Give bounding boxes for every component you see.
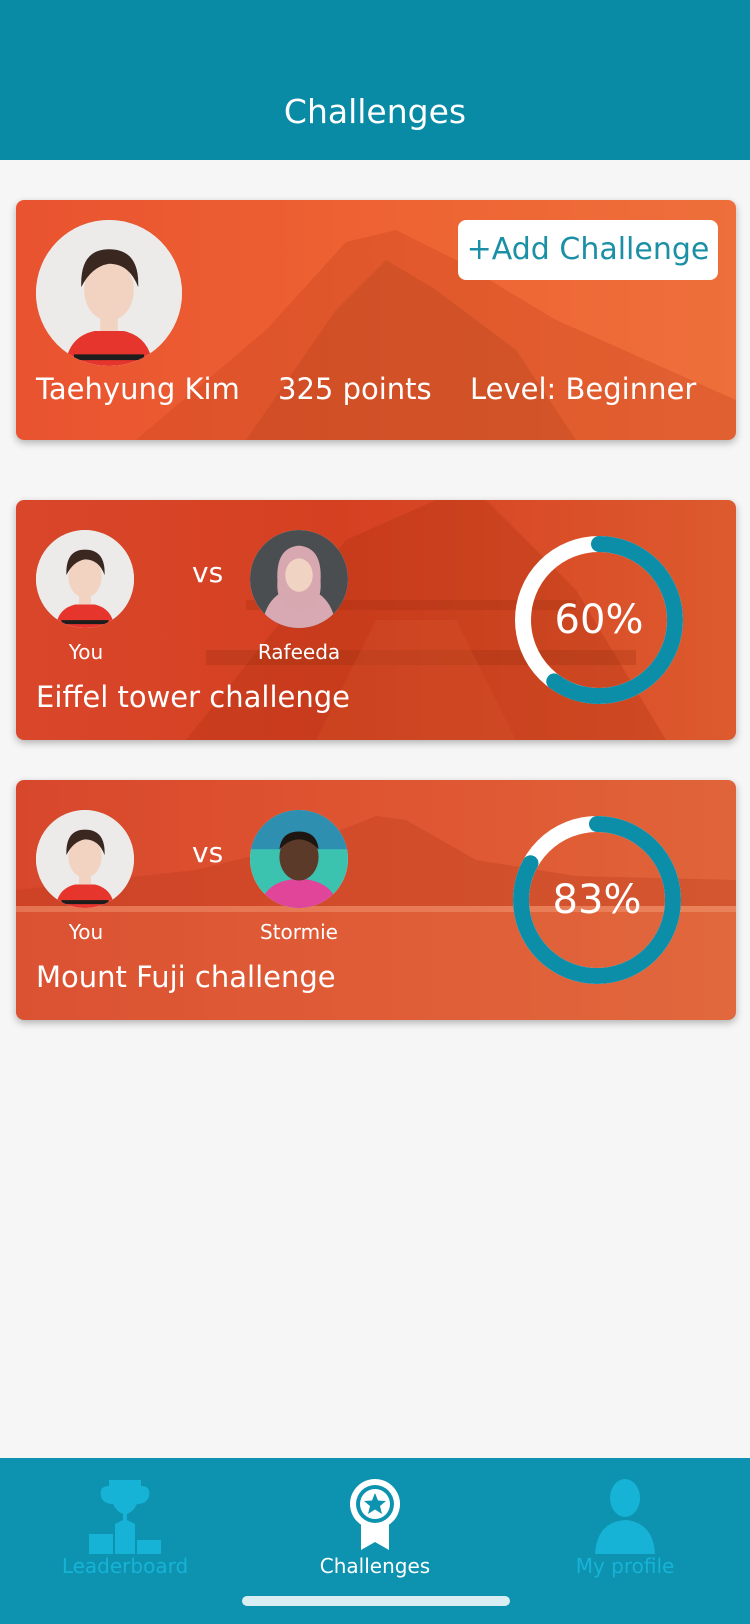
add-challenge-button[interactable]: +Add Challenge bbox=[458, 220, 718, 280]
you-label: You bbox=[68, 640, 104, 664]
opponent-name: Rafeeda bbox=[257, 640, 341, 664]
tab-my-profile[interactable]: My profile bbox=[500, 1458, 750, 1578]
star-badge-icon bbox=[350, 1479, 400, 1550]
tab-label: My profile bbox=[575, 1554, 675, 1578]
profile-card: +Add Challenge Taehyung Kim 325 points L… bbox=[16, 200, 736, 440]
challenge-title: Eiffel tower challenge bbox=[36, 680, 350, 714]
trophy-podium-icon bbox=[89, 1480, 161, 1554]
opponent-name: Stormie bbox=[260, 920, 338, 944]
home-indicator bbox=[242, 1596, 510, 1606]
challenge-card-fuji[interactable]: vs You Stormie Mount Fuji challenge 83% bbox=[16, 780, 736, 1020]
user-points: 325 points bbox=[278, 372, 432, 406]
opponent-avatar bbox=[250, 810, 348, 908]
person-icon bbox=[595, 1479, 655, 1554]
page-title: Challenges bbox=[283, 92, 467, 131]
you-avatar bbox=[36, 810, 134, 908]
tab-leaderboard[interactable]: Leaderboard bbox=[0, 1458, 250, 1578]
vs-label: vs bbox=[192, 556, 224, 589]
challenge-card-eiffel[interactable]: vs You Rafeeda Eiffel tower challenge 60… bbox=[16, 500, 736, 740]
user-name: Taehyung Kim bbox=[36, 372, 240, 406]
tab-label: Leaderboard bbox=[61, 1554, 189, 1578]
you-avatar bbox=[36, 530, 134, 628]
tab-challenges[interactable]: Challenges bbox=[250, 1458, 500, 1578]
opponent-avatar bbox=[250, 530, 348, 628]
progress-percent: 83% bbox=[552, 877, 642, 923]
progress-percent: 60% bbox=[554, 597, 644, 643]
user-avatar bbox=[36, 220, 182, 366]
you-label: You bbox=[68, 920, 104, 944]
app-header: Challenges bbox=[0, 0, 750, 160]
vs-label: vs bbox=[192, 836, 224, 869]
user-level: Level: Beginner bbox=[470, 372, 697, 406]
tab-label: Challenges bbox=[319, 1554, 431, 1578]
challenge-title: Mount Fuji challenge bbox=[36, 960, 336, 994]
